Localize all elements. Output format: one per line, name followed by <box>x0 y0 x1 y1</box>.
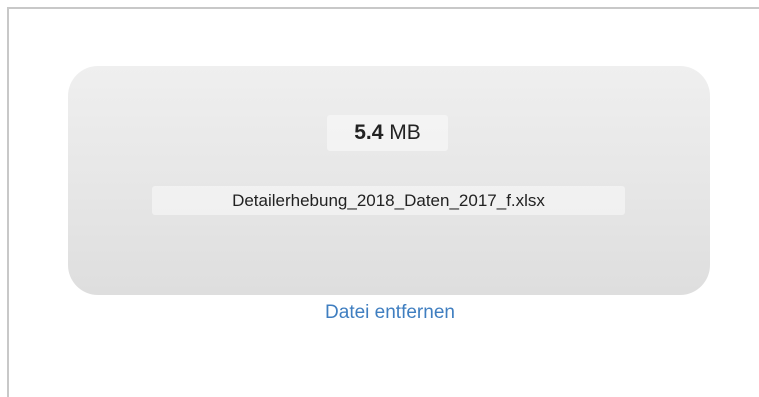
file-size-unit: MB <box>389 121 421 144</box>
remove-file-link[interactable]: Datei entfernen <box>295 300 485 326</box>
file-size-value: 5.4 <box>354 121 390 144</box>
file-size: 5.4 MB <box>327 115 448 151</box>
file-preview <box>68 66 710 295</box>
file-name: Detailerhebung_2018_Daten_2017_f.xlsx <box>152 186 625 215</box>
